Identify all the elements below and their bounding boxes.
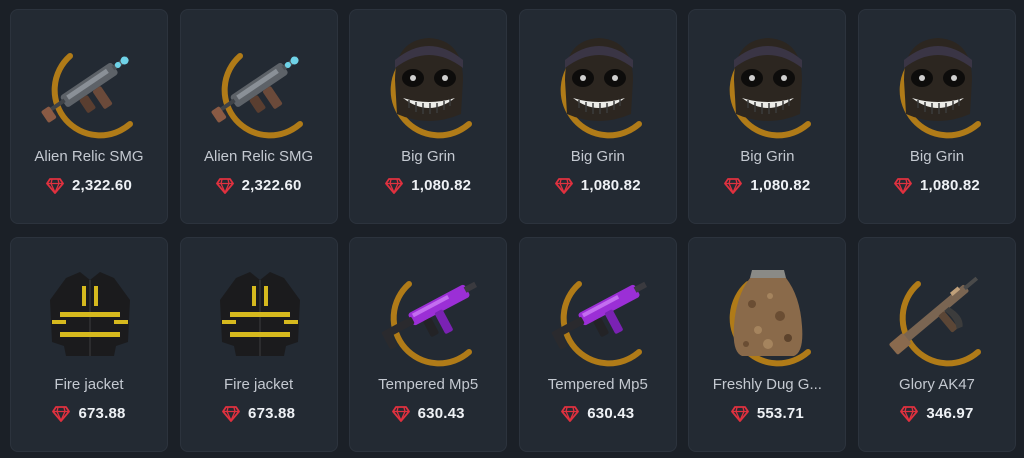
item-price: 673.88 <box>248 405 296 422</box>
item-price: 1,080.82 <box>411 177 472 194</box>
item-card[interactable]: Big Grin 1,080.82 <box>688 9 847 224</box>
gem-icon <box>222 405 240 422</box>
item-price-row: 553.71 <box>689 405 845 422</box>
item-price: 346.97 <box>926 405 974 422</box>
gem-icon <box>561 405 580 422</box>
item-card[interactable]: Big Grin 1,080.82 <box>349 9 508 224</box>
gem-icon <box>730 405 749 422</box>
item-price-row: 2,322.60 <box>11 177 167 194</box>
item-price-row: 630.43 <box>350 405 506 422</box>
item-name: Glory AK47 <box>899 376 975 393</box>
item-price: 630.43 <box>417 405 465 422</box>
gem-icon <box>391 405 410 422</box>
item-price-row: 673.88 <box>11 405 167 422</box>
item-price: 1,080.82 <box>919 177 980 194</box>
mask-icon <box>878 28 998 148</box>
item-price-row: 630.43 <box>520 405 676 422</box>
smg-icon <box>30 28 150 148</box>
item-card[interactable]: Alien Relic SMG 2,322.60 <box>179 9 338 224</box>
item-card[interactable]: Big Grin 1,080.82 <box>518 9 677 224</box>
gem-icon <box>215 177 234 194</box>
ak47-icon <box>878 256 998 376</box>
item-name: Big Grin <box>570 148 625 165</box>
item-card[interactable]: Alien Relic SMG 2,322.60 <box>10 9 168 224</box>
item-price-row: 1,080.82 <box>859 177 1015 194</box>
mask-icon <box>369 28 489 148</box>
item-grid: Alien Relic SMG 2,322.60 Alien Relic SMG… <box>10 9 1016 452</box>
item-price-row: 673.88 <box>181 405 337 422</box>
gem-icon <box>894 177 912 194</box>
item-price: 1,080.82 <box>750 177 811 194</box>
item-card[interactable]: Fire jacket 673.88 <box>10 237 168 452</box>
item-price: 1,080.82 <box>580 177 641 194</box>
item-name: Alien Relic SMG <box>34 148 144 165</box>
gem-icon <box>46 177 64 194</box>
item-name: Alien Relic SMG <box>203 148 314 165</box>
gem-icon <box>724 177 743 194</box>
gem-icon <box>385 177 404 194</box>
item-card[interactable]: Fire jacket 673.88 <box>179 237 338 452</box>
item-card[interactable]: Big Grin 1,080.82 <box>857 9 1016 224</box>
item-price-row: 1,080.82 <box>689 177 845 194</box>
mask-icon <box>708 28 828 148</box>
item-price: 553.71 <box>756 405 804 422</box>
item-price-row: 1,080.82 <box>520 177 676 194</box>
jacket-icon <box>200 256 320 376</box>
item-name: Tempered Mp5 <box>378 376 479 393</box>
item-name: Big Grin <box>740 148 795 165</box>
smg-icon <box>200 28 320 148</box>
item-name: Fire jacket <box>224 376 294 393</box>
mp5-icon <box>369 256 489 376</box>
item-card[interactable]: Tempered Mp5 630.43 <box>518 237 677 452</box>
item-price: 630.43 <box>587 405 635 422</box>
item-name: Fire jacket <box>54 376 124 393</box>
sack-icon <box>708 256 828 376</box>
item-price-row: 1,080.82 <box>350 177 506 194</box>
item-card[interactable]: Glory AK47 346.97 <box>857 237 1016 452</box>
item-card[interactable]: Freshly Dug G... 553.71 <box>688 237 847 452</box>
item-price: 2,322.60 <box>72 177 132 194</box>
item-price: 673.88 <box>78 405 126 422</box>
gem-icon <box>900 405 919 422</box>
jacket-icon <box>30 256 150 376</box>
gem-icon <box>52 405 71 422</box>
item-name: Big Grin <box>909 148 965 165</box>
gem-icon <box>554 177 573 194</box>
item-name: Big Grin <box>401 148 456 165</box>
item-card[interactable]: Tempered Mp5 630.43 <box>349 237 508 452</box>
item-price: 2,322.60 <box>241 177 302 194</box>
mask-icon <box>539 28 659 148</box>
item-price-row: 346.97 <box>859 405 1015 422</box>
item-name: Tempered Mp5 <box>547 376 648 393</box>
item-name: Freshly Dug G... <box>712 376 822 393</box>
mp5-icon <box>539 256 659 376</box>
item-price-row: 2,322.60 <box>181 177 337 194</box>
